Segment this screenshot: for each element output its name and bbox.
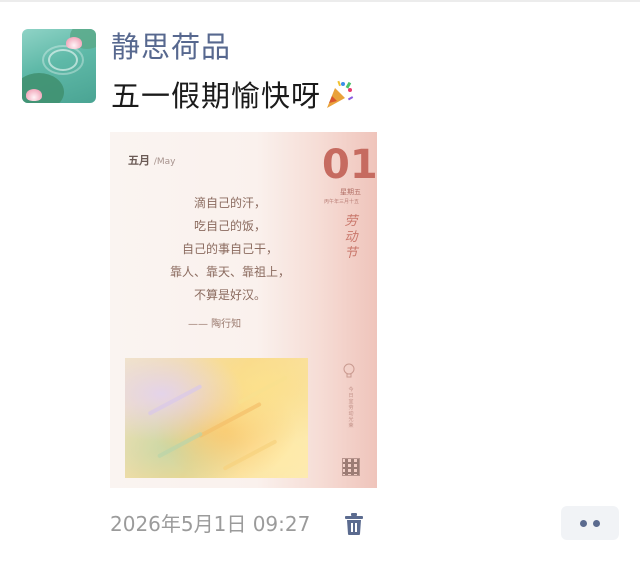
top-divider [0, 0, 640, 2]
more-options-button[interactable] [561, 506, 619, 540]
paint-streak [147, 384, 203, 416]
watercolor-painting [125, 358, 308, 478]
lightbulb-icon [343, 363, 355, 378]
month-label: 五月 /May [128, 152, 175, 168]
poem-author: —— 陶行知 [188, 319, 242, 330]
post-photo[interactable]: 五月 /May 01 星期五 丙午年三月十五 劳动节 滴自己的汗， 吃自己的饭，… [110, 132, 377, 488]
paint-streak [222, 439, 278, 471]
trash-icon[interactable] [343, 512, 365, 536]
more-dot [593, 520, 600, 527]
poem-line: 吃自己的饭， [193, 219, 266, 233]
day-number: 01 [322, 142, 377, 188]
paint-streak [198, 401, 262, 439]
post-text-content: 五一假期愉快呀 [111, 79, 322, 113]
qr-code [342, 458, 360, 476]
paint-streak [237, 375, 288, 405]
poem-line: 不算是好汉。 [193, 288, 266, 302]
weekday: 星期五 [340, 188, 361, 196]
author-name[interactable]: 静思荷品 [111, 28, 231, 66]
post-text: 五一假期愉快呀 [111, 77, 355, 119]
paint-streak [156, 431, 204, 459]
poem-line: 滴自己的汗， [193, 196, 266, 210]
post-timestamp: 2026年5月1日 09:27 [110, 512, 311, 536]
month-en: /May [153, 157, 176, 167]
poem-line: 自己的事自己干， [181, 242, 278, 256]
party-popper-icon [323, 78, 355, 119]
avatar[interactable] [22, 29, 96, 103]
more-dot [580, 520, 587, 527]
lotus-flower [66, 37, 82, 49]
month-cn: 五月 [128, 154, 150, 167]
lotus-flower [26, 89, 42, 101]
water-ripple [42, 45, 84, 75]
side-note: 今日宜劳动光荣 [348, 387, 354, 429]
poem: 滴自己的汗， 吃自己的饭， 自己的事自己干， 靠人、靠天、靠祖上， 不算是好汉。 [140, 192, 320, 307]
lunar-date: 丙午年三月十五 [324, 199, 360, 205]
festival-name: 劳动节 [344, 214, 358, 261]
poem-line: 靠人、靠天、靠祖上， [169, 265, 290, 279]
